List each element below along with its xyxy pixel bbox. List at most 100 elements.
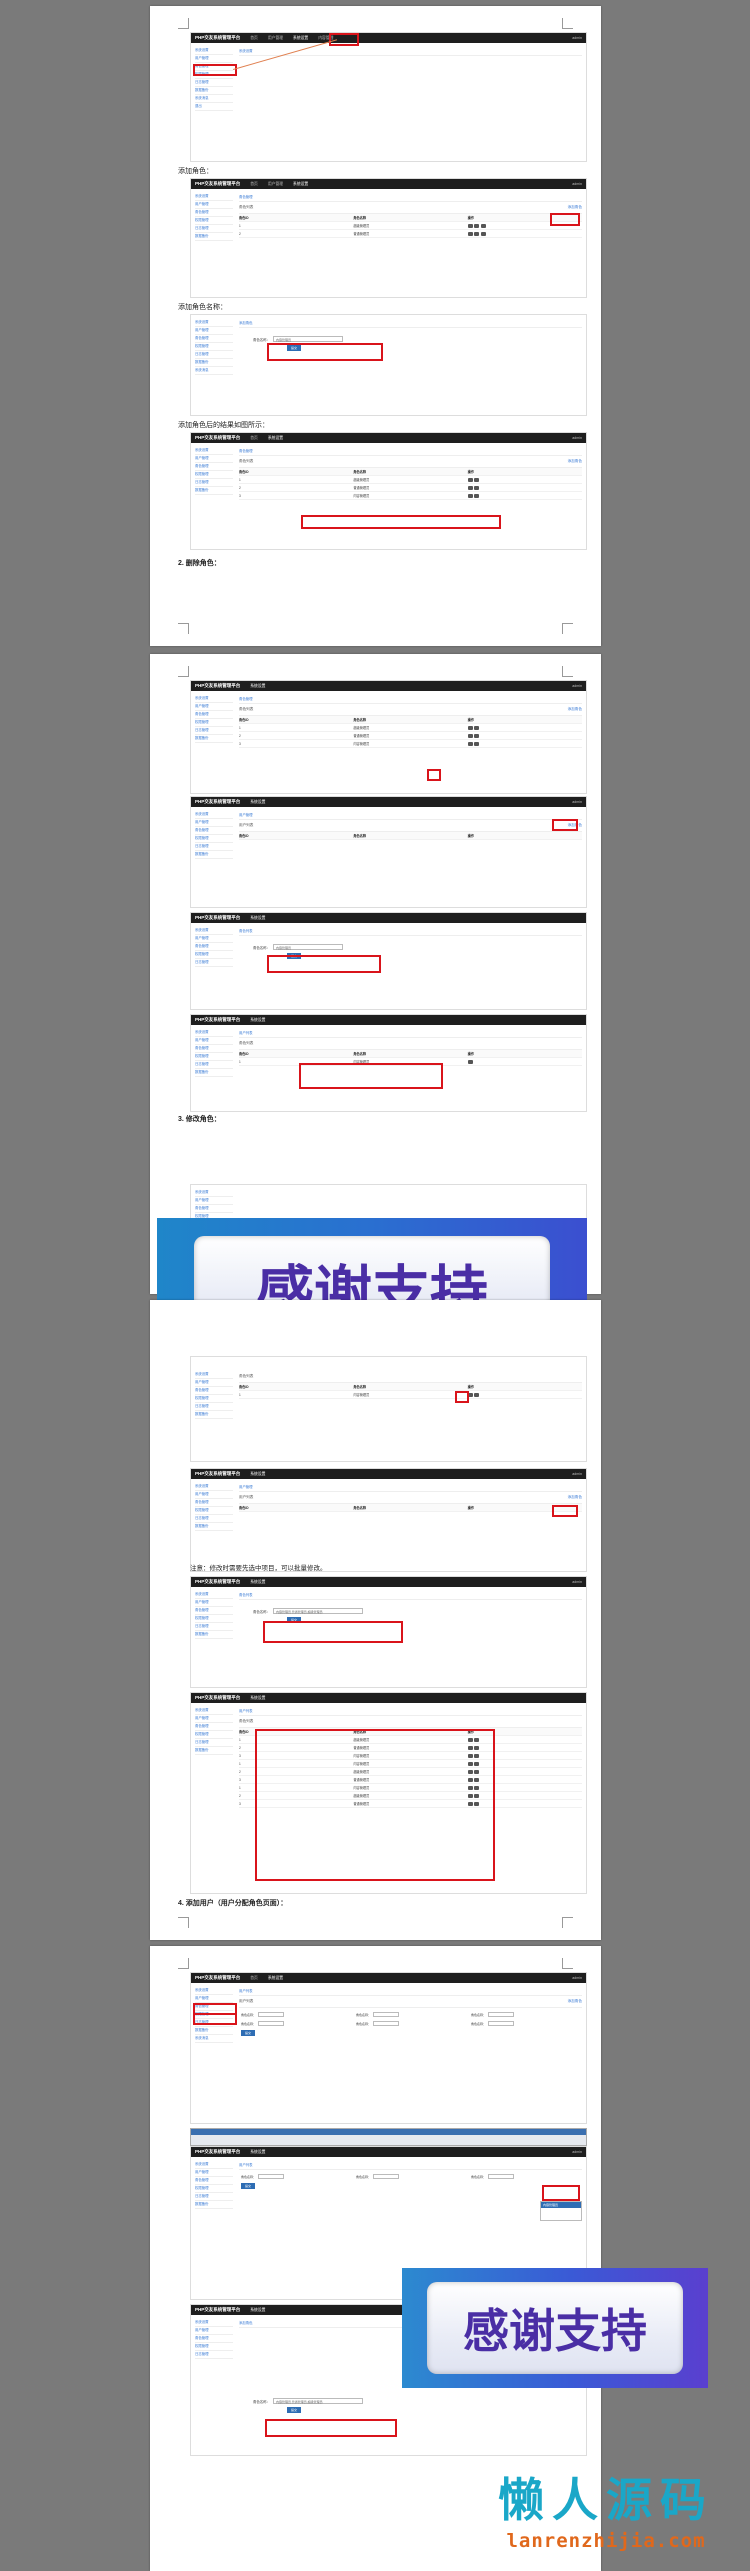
sidebar-item[interactable]: 数据备份 [195, 1411, 233, 1419]
sidebar-item[interactable]: 系统设置 [195, 1029, 233, 1037]
role-name-input[interactable]: 内容管理员,普通管理员,超级管理员 [272, 1608, 363, 1614]
sidebar-item[interactable]: 用户管理 [195, 1599, 233, 1607]
sidebar-item[interactable]: 日志管理 [195, 351, 233, 359]
sidebar-item[interactable]: 系统设置 [195, 319, 233, 327]
sidebar-item[interactable]: 系统设置 [195, 447, 233, 455]
sidebar-item[interactable]: 角色管理 [195, 711, 233, 719]
select-input[interactable] [488, 2174, 515, 2179]
delete-icon[interactable] [474, 725, 480, 730]
sidebar-item[interactable]: 权限管理 [195, 2185, 233, 2193]
nav-item-active[interactable]: 系统设置 [250, 2150, 265, 2155]
user-menu[interactable]: admin [572, 182, 582, 186]
sidebar-item[interactable]: 日志管理 [195, 1623, 233, 1631]
sidebar-item[interactable]: 用户管理 [195, 1379, 233, 1387]
sidebar-item[interactable]: 数据备份 [195, 2027, 233, 2035]
sidebar-item[interactable]: 角色管理 [195, 1045, 233, 1053]
nav-item-active[interactable]: 系统设置 [268, 1976, 283, 1981]
settings-icon[interactable] [480, 231, 486, 236]
sidebar-item[interactable]: 数据备份 [195, 87, 233, 95]
user-menu[interactable]: admin [572, 1976, 582, 1980]
sidebar-item[interactable]: 日志管理 [195, 79, 233, 87]
sidebar-item[interactable]: 角色管理 [195, 827, 233, 835]
submit-button[interactable]: 提交 [241, 2183, 255, 2189]
sidebar-item[interactable]: 用户管理 [195, 55, 233, 63]
sidebar-item[interactable]: 系统设置 [195, 695, 233, 703]
sidebar-item[interactable]: 系统消息 [195, 2035, 233, 2043]
sidebar-item[interactable]: 角色管理 [195, 1387, 233, 1395]
delete-icon[interactable] [474, 477, 480, 482]
add-link[interactable]: 添加角色 [568, 1495, 582, 1500]
add-role-link[interactable]: 添加角色 [568, 459, 582, 464]
sidebar-item[interactable]: 系统设置 [195, 47, 233, 55]
user-menu[interactable]: admin [572, 36, 582, 40]
sidebar-item[interactable]: 角色管理 [195, 2335, 233, 2343]
nav-item-active[interactable]: 系统设置 [250, 1580, 265, 1585]
sidebar-item[interactable]: 角色管理 [195, 463, 233, 471]
sidebar-item[interactable]: 日志管理 [195, 1515, 233, 1523]
sidebar-item[interactable]: 用户管理 [195, 1037, 233, 1045]
sidebar-item[interactable]: 日志管理 [195, 727, 233, 735]
sidebar-item[interactable]: 权限管理 [195, 1507, 233, 1515]
sidebar-item[interactable]: 日志管理 [195, 225, 233, 233]
sidebar-item[interactable]: 数据备份 [195, 359, 233, 367]
sidebar-item[interactable]: 用户管理 [195, 2327, 233, 2335]
nav-item[interactable]: 首页 [250, 182, 258, 187]
sidebar-item[interactable]: 系统设置 [195, 193, 233, 201]
sidebar-item[interactable]: 系统消息 [195, 367, 233, 375]
sidebar-item[interactable]: 角色管理 [195, 2177, 233, 2185]
sidebar-item[interactable]: 退出 [195, 103, 233, 111]
sidebar-item[interactable]: 用户管理 [195, 455, 233, 463]
sidebar-item[interactable]: 日志管理 [195, 479, 233, 487]
user-menu[interactable]: admin [572, 2150, 582, 2154]
sidebar-item[interactable]: 数据备份 [195, 851, 233, 859]
sidebar-item[interactable]: 系统设置 [195, 2319, 233, 2327]
sidebar-item[interactable]: 用户管理 [195, 2169, 233, 2177]
nav-item[interactable]: 用户管理 [268, 182, 283, 187]
submit-button[interactable]: 提交 [241, 2030, 255, 2036]
sidebar-item[interactable]: 日志管理 [195, 959, 233, 967]
sidebar-item[interactable]: 用户管理 [195, 201, 233, 209]
add-link[interactable]: 添加角色 [568, 1999, 582, 2004]
delete-icon[interactable] [474, 231, 480, 236]
nav-item[interactable]: 首页 [250, 436, 258, 441]
sidebar-item[interactable]: 系统设置 [195, 927, 233, 935]
sidebar-item[interactable]: 系统设置 [195, 1707, 233, 1715]
sidebar-item[interactable]: 用户管理 [195, 1715, 233, 1723]
nav-item[interactable]: 首页 [250, 36, 258, 41]
nav-item-active[interactable]: 系统设置 [250, 2308, 265, 2313]
settings-icon[interactable] [480, 223, 486, 228]
nav-item-active[interactable]: 系统设置 [250, 916, 265, 921]
sidebar-item[interactable]: 角色管理 [195, 1723, 233, 1731]
sidebar-item[interactable]: 数据备份 [195, 2201, 233, 2209]
nav-item[interactable]: 用户管理 [268, 36, 283, 41]
sidebar-item[interactable]: 权限管理 [195, 1615, 233, 1623]
sidebar-item[interactable]: 权限管理 [195, 719, 233, 727]
sidebar-item[interactable]: 数据备份 [195, 1747, 233, 1755]
sidebar-item[interactable]: 系统设置 [195, 1591, 233, 1599]
user-menu[interactable]: admin [572, 800, 582, 804]
user-menu[interactable]: admin [572, 436, 582, 440]
sidebar-item[interactable]: 日志管理 [195, 843, 233, 851]
sidebar-item[interactable]: 数据备份 [195, 487, 233, 495]
sidebar-item[interactable]: 日志管理 [195, 1739, 233, 1747]
sidebar-item[interactable]: 权限管理 [195, 343, 233, 351]
user-menu[interactable]: admin [572, 684, 582, 688]
nav-item[interactable]: 首页 [250, 1976, 258, 1981]
sidebar-item[interactable]: 系统消息 [195, 95, 233, 103]
role-name-input[interactable]: 内容管理员,普通管理员,超级管理员 [272, 2398, 363, 2404]
sidebar-item[interactable]: 权限管理 [195, 217, 233, 225]
sidebar-item[interactable]: 数据备份 [195, 1069, 233, 1077]
delete-icon[interactable] [474, 223, 480, 228]
add-role-link[interactable]: 添加角色 [568, 707, 582, 712]
sidebar-item[interactable]: 权限管理 [195, 951, 233, 959]
nav-item-active[interactable]: 系统设置 [250, 1472, 265, 1477]
sidebar-item[interactable]: 角色管理 [195, 1499, 233, 1507]
sidebar-item[interactable]: 权限管理 [195, 1053, 233, 1061]
text-input[interactable] [258, 2174, 285, 2179]
delete-icon[interactable] [474, 1392, 480, 1397]
role-name-input[interactable]: 内容管理员 [272, 336, 343, 342]
sidebar-item[interactable]: 用户管理 [195, 1491, 233, 1499]
sidebar-item[interactable]: 系统设置 [195, 1189, 233, 1197]
sidebar-item[interactable]: 数据备份 [195, 1631, 233, 1639]
sidebar-item[interactable]: 系统设置 [195, 2161, 233, 2169]
